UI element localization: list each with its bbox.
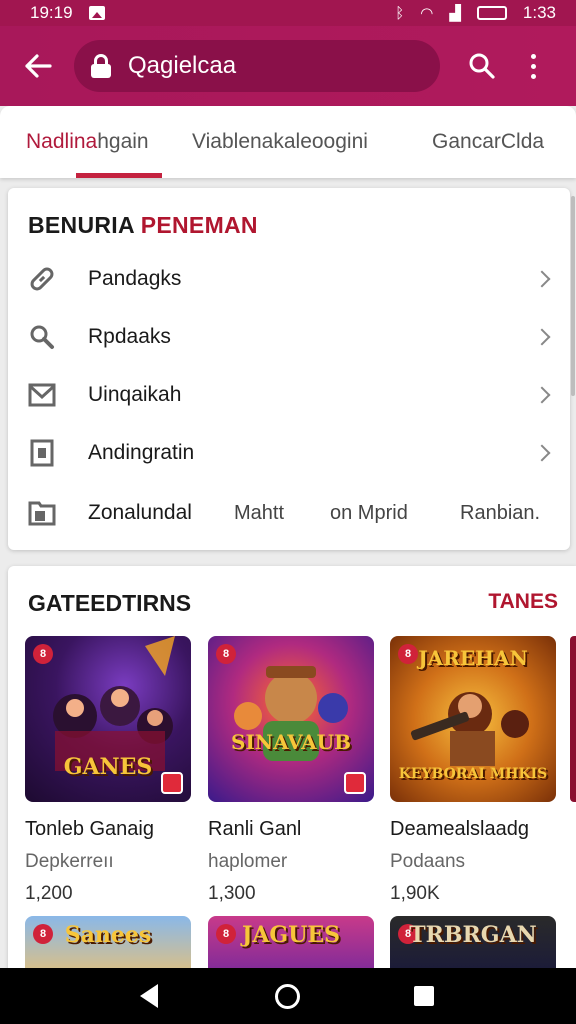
game-badge: 8 <box>216 644 236 664</box>
link-icon <box>26 263 58 295</box>
menu-item[interactable]: Uinqaikah <box>8 366 570 424</box>
game-count: 1,200 <box>25 883 73 904</box>
status-bar: 19:19 ᛒ ◠ ▟ 1:33 <box>0 0 576 26</box>
game-art-title: TRBRGAN <box>409 922 537 948</box>
game-corner-icon <box>344 772 366 794</box>
tab-label-prefix: Nadlina <box>26 130 98 153</box>
tab-label: GancarClda <box>432 130 545 153</box>
game-card[interactable]: 8 GANES Tonleb Ganaig Depkerreıı 1,200 <box>25 636 191 905</box>
menu-item-label: Zonalundal <box>88 501 192 524</box>
nav-recents-icon[interactable] <box>414 986 434 1006</box>
game-card-partial[interactable]: 8 Sanees <box>25 916 191 976</box>
games-section: GATEEDTIRNS TANES 8 GANES Tonleb Ganaig … <box>8 566 576 986</box>
menu-card: BENURIA PENEMAN Pandagks Rpdaaks Uinqaik… <box>8 188 570 550</box>
game-art-top-title: JAREHAN <box>418 646 528 670</box>
menu-item[interactable]: Rpdaaks <box>8 308 570 366</box>
search-box-text: Qagielcaa <box>128 52 237 79</box>
menu-item[interactable]: Andingratin <box>8 424 570 482</box>
tab-third[interactable]: GancarClda <box>432 106 544 178</box>
image-notification-icon <box>88 6 105 20</box>
game-count: 1,300 <box>208 883 256 904</box>
wifi-icon: ◠ <box>420 4 434 22</box>
section-see-all-link[interactable]: TANES <box>488 590 558 614</box>
game-subtitle: Podaans <box>390 851 466 872</box>
tab-bar: Nadlina hgain Viablenakale­oogini GancarC… <box>0 106 576 178</box>
game-card[interactable]: 8 SINAVAUB Ranli Ganl haplomer 1,300 <box>208 636 374 905</box>
game-name: Ranli Ganl <box>208 818 302 840</box>
card-icon <box>26 437 58 469</box>
game-subtitle: haplomer <box>208 851 288 872</box>
status-time: 19:19 <box>30 3 73 22</box>
battery-icon <box>476 6 507 20</box>
tab-active[interactable]: Nadlina hgain <box>26 106 149 178</box>
nav-home-icon[interactable] <box>275 984 300 1009</box>
menu-extra-label: on Mprid <box>330 501 408 524</box>
menu-item-label: Rpdaaks <box>88 325 171 348</box>
menu-item-label: Pandagks <box>88 267 182 290</box>
system-nav-bar <box>0 968 576 1024</box>
game-art-title: SINAVAUB <box>231 730 351 754</box>
menu-extra-label: Mahtt <box>234 501 285 524</box>
chevron-right-icon <box>533 270 551 288</box>
chevron-right-icon <box>533 386 551 404</box>
game-thumbnail[interactable]: 8 JAREHAN KEYBORAI MHKIS <box>390 636 556 802</box>
menu-extra-label: Ranbian. <box>460 501 541 524</box>
chevron-right-icon <box>533 328 551 346</box>
menu-item[interactable]: Zonalundal Mahtt on Mprid Ranbian. <box>8 484 570 542</box>
nav-back-icon[interactable] <box>140 984 158 1008</box>
menu-item-label: Andingratin <box>88 441 195 464</box>
game-card-partial[interactable]: 8 TRBRGAN <box>390 916 556 976</box>
mail-icon <box>26 379 58 411</box>
game-art-title: Sanees <box>64 922 152 948</box>
status-clock-right: 1:33 <box>522 3 556 22</box>
search-icon[interactable] <box>460 44 504 88</box>
game-count: 1,90K <box>390 883 440 904</box>
game-name: Deamealslaadg <box>390 818 529 840</box>
game-badge: 8 <box>33 644 53 664</box>
lock-icon <box>90 54 112 78</box>
address-search-box[interactable]: Qagielcaa <box>74 40 440 92</box>
tab-label: Viablenakale­oogini <box>192 130 368 153</box>
chevron-right-icon <box>533 444 551 462</box>
search-icon <box>26 321 58 353</box>
back-arrow-icon[interactable] <box>18 46 58 86</box>
menu-card-title: BENURIA PENEMAN <box>28 212 258 239</box>
menu-item-label: Uinqaikah <box>88 383 182 406</box>
tab-indicator <box>76 173 162 178</box>
signal-icon: ▟ <box>449 4 461 22</box>
folder-icon <box>26 497 58 529</box>
section-title: GATEEDTIRNS <box>28 590 192 616</box>
game-corner-icon <box>161 772 183 794</box>
next-game-peek[interactable] <box>570 636 576 802</box>
tab-second[interactable]: Viablenakale­oogini <box>192 106 368 178</box>
game-thumbnail[interactable]: 8 GANES <box>25 636 191 802</box>
more-options-icon[interactable] <box>518 44 548 88</box>
menu-title-main: BENURIA <box>28 212 135 238</box>
game-art-title: KEYBORAI MHKIS <box>398 766 548 782</box>
scrollbar[interactable] <box>571 196 575 396</box>
game-art-title: JAGUES <box>241 922 341 948</box>
menu-item[interactable]: Pandagks <box>8 250 570 308</box>
game-name: Tonleb Ganaig <box>25 818 154 840</box>
menu-title-accent: PENEMAN <box>140 212 258 238</box>
tab-label-suffix: hgain <box>97 130 149 153</box>
game-subtitle: Depkerreıı <box>25 851 114 872</box>
game-card[interactable]: 8 JAREHAN KEYBORAI MHKIS Deamealslaadg P… <box>390 636 556 905</box>
game-thumbnail[interactable]: 8 SINAVAUB <box>208 636 374 802</box>
app-bar: Qagielcaa <box>0 26 576 106</box>
game-card-partial[interactable]: 8 JAGUES <box>208 916 374 976</box>
bluetooth-icon: ᛒ <box>395 4 405 22</box>
